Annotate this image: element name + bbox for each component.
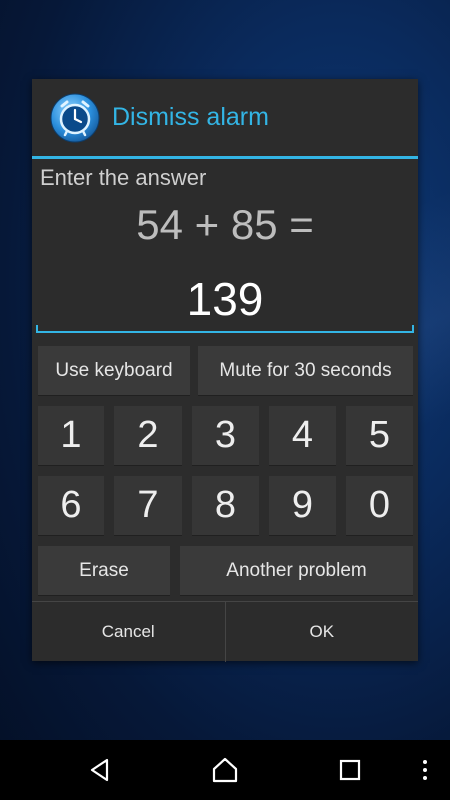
digit-button-5[interactable]: 5 [346,406,413,466]
math-problem: 54 + 85 = [136,201,314,248]
digit-button-4[interactable]: 4 [269,406,336,466]
erase-button[interactable]: Erase [38,546,170,596]
back-icon[interactable] [70,740,130,800]
home-icon[interactable] [195,740,255,800]
answer-field[interactable]: 139 [36,269,414,333]
digit-button-9[interactable]: 9 [269,476,336,536]
answer-value: 139 [186,273,264,325]
digit-button-0[interactable]: 0 [346,476,413,536]
navigation-bar [0,740,450,800]
ok-button[interactable]: OK [226,602,419,662]
answer-prompt: Enter the answer [40,165,207,190]
another-problem-button[interactable]: Another problem [180,546,413,596]
digit-button-1[interactable]: 1 [38,406,104,466]
alarm-clock-icon [50,93,100,143]
answer-field-edge-right [412,325,414,333]
dismiss-alarm-dialog: Dismiss alarm Enter the answer 54 + 85 =… [32,79,418,662]
digit-button-3[interactable]: 3 [192,406,259,466]
cancel-button[interactable]: Cancel [32,602,225,662]
use-keyboard-button[interactable]: Use keyboard [38,346,190,396]
digit-button-7[interactable]: 7 [114,476,182,536]
dialog-header: Dismiss alarm [32,79,418,159]
mute-30-seconds-button[interactable]: Mute for 30 seconds [198,346,413,396]
dialog-title: Dismiss alarm [112,103,269,131]
digit-button-2[interactable]: 2 [114,406,182,466]
digit-button-8[interactable]: 8 [192,476,259,536]
answer-field-edge-left [36,325,38,333]
recents-icon[interactable] [320,740,380,800]
digit-button-6[interactable]: 6 [38,476,104,536]
dialog-footer: Cancel OK [32,601,418,662]
more-icon[interactable] [405,740,445,800]
